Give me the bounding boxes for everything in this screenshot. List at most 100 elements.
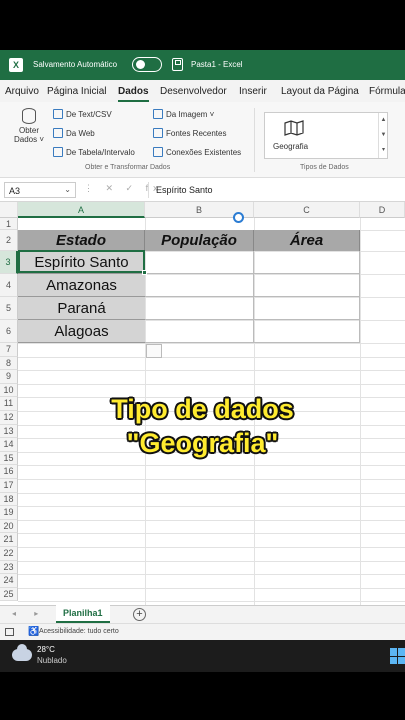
obter-dados-button[interactable]: Obter Dados ˅ [10, 108, 48, 144]
row-header[interactable]: 4 [0, 274, 18, 297]
row-gridline [18, 479, 405, 480]
from-image-button[interactable]: Da Imagem ˅ [153, 109, 214, 119]
weather-condition[interactable]: Nublado [37, 656, 67, 665]
formula-divider [148, 182, 149, 198]
cell-estado[interactable]: Paraná [18, 297, 145, 320]
gallery-scroll[interactable]: ▲ ▼ ▾ [378, 113, 388, 158]
save-icon[interactable] [172, 58, 183, 71]
row-gridline [18, 519, 405, 521]
row-header[interactable]: 17 [0, 479, 18, 493]
cell-area[interactable] [254, 274, 360, 297]
toggle-knob [136, 60, 145, 69]
cell-estado[interactable]: Alagoas [18, 320, 145, 343]
from-web-label: Da Web [66, 128, 95, 138]
excel-logo-icon: X [9, 58, 23, 72]
cell-area[interactable] [254, 297, 360, 320]
header-area[interactable]: Área [254, 230, 360, 251]
column-header-a[interactable]: A [18, 202, 145, 218]
row-header[interactable]: 1 [0, 218, 18, 230]
sheet-tab-planilha1[interactable]: Planilha1 [56, 605, 110, 623]
tab-inserir[interactable]: Inserir [239, 86, 267, 97]
cell-reference: A3 [9, 186, 21, 196]
title-bar: X Salvamento Automático Pasta1 - Excel [0, 50, 405, 80]
formula-input[interactable]: Espírito Santo [156, 185, 213, 195]
caption-line-2: "Geografia" [126, 428, 279, 458]
tab-dados[interactable]: Dados [118, 86, 149, 102]
column-header-c[interactable]: C [254, 202, 360, 218]
cell-populacao[interactable] [145, 251, 254, 274]
row-header[interactable]: 21 [0, 533, 18, 547]
weather-temperature[interactable]: 28°C [37, 645, 55, 654]
row-gridline [18, 547, 405, 548]
tab-formulas[interactable]: Fórmulas [369, 86, 405, 97]
chevron-down-icon[interactable]: ⌄ [64, 185, 71, 194]
worksheet-grid[interactable]: A B C D 1 2 3 4 5 6 7 8 9 10 11 12 13 14 15 16 17 18 19 20 2… [0, 202, 405, 605]
row-gridline [18, 492, 405, 494]
map-icon [284, 120, 304, 136]
formula-action-icons[interactable]: ⋮ ✕ ✓ fx [84, 183, 163, 194]
black-letterbox-top [0, 0, 405, 50]
row-gridline [18, 574, 405, 576]
select-all-corner[interactable] [0, 202, 18, 218]
row-header[interactable]: 3 [0, 251, 18, 274]
row-header[interactable]: 8 [0, 356, 18, 371]
add-sheet-button[interactable]: + [133, 608, 146, 621]
row-header[interactable]: 16 [0, 465, 18, 479]
cell-estado[interactable]: Amazonas [18, 274, 145, 297]
recent-sources-button[interactable]: Fontes Recentes [153, 128, 226, 138]
row-header[interactable]: 18 [0, 492, 18, 507]
from-web-button[interactable]: Da Web [53, 128, 95, 138]
autosave-label: Salvamento Automático [33, 60, 118, 69]
more-icon[interactable]: ▾ [379, 143, 388, 158]
row-gridline [18, 533, 405, 535]
name-box[interactable]: A3 ⌄ [4, 182, 76, 198]
windows-start-icon[interactable] [390, 648, 405, 664]
tab-arquivo[interactable]: Arquivo [5, 86, 39, 97]
row-header[interactable]: 5 [0, 297, 18, 320]
chevron-down-icon[interactable]: ▼ [379, 128, 388, 143]
tab-pagina-inicial[interactable]: Página Inicial [47, 86, 106, 97]
header-populacao[interactable]: População [145, 230, 254, 251]
row-header[interactable]: 20 [0, 519, 18, 534]
cell-populacao[interactable] [145, 320, 254, 343]
cell-populacao[interactable] [145, 297, 254, 320]
web-icon [53, 128, 63, 138]
header-estado[interactable]: Estado [18, 230, 145, 251]
tab-desenvolvedor[interactable]: Desenvolvedor [160, 86, 227, 97]
sheet-nav-arrows[interactable]: ◂ ▸ [12, 609, 46, 618]
active-cell-outline [18, 250, 145, 273]
cell-populacao[interactable] [145, 274, 254, 297]
autosave-toggle[interactable] [132, 57, 162, 72]
tab-layout-da-pagina[interactable]: Layout da Página [281, 86, 359, 97]
quick-analysis-icon[interactable] [146, 344, 162, 358]
row-header[interactable]: 6 [0, 320, 18, 343]
group-label-data-types: Tipos de Dados [300, 164, 349, 171]
row-header[interactable]: 25 [0, 587, 18, 602]
chevron-up-icon[interactable]: ▲ [379, 113, 388, 128]
accessibility-icon[interactable]: ♿ [28, 626, 39, 637]
cloud-icon[interactable] [12, 644, 32, 661]
from-text-csv-button[interactable]: De Text/CSV [53, 109, 112, 119]
row-header[interactable]: 19 [0, 506, 18, 520]
cell-area[interactable] [254, 320, 360, 343]
row-header[interactable]: 9 [0, 370, 18, 384]
from-image-label: Da Imagem ˅ [166, 109, 215, 119]
dados-label: Dados ˅ [13, 135, 45, 144]
row-header[interactable]: 7 [0, 343, 18, 357]
from-table-range-button[interactable]: De Tabela/Intervalo [53, 147, 135, 157]
row-gridline [18, 560, 405, 562]
existing-connections-button[interactable]: Conexões Existentes [153, 147, 241, 157]
fill-handle[interactable] [142, 270, 147, 275]
row-header[interactable]: 23 [0, 560, 18, 575]
status-bar: ♿ Acessibilidade: tudo certo [0, 623, 405, 640]
row-header[interactable]: 2 [0, 230, 18, 251]
column-header-d[interactable]: D [360, 202, 405, 218]
group-label-get-transform: Obter e Transformar Dados [85, 164, 171, 171]
recent-sources-label: Fontes Recentes [166, 128, 227, 138]
geografia-label: Geografia [273, 142, 309, 151]
accessibility-status[interactable]: Acessibilidade: tudo certo [39, 628, 119, 635]
row-header[interactable]: 22 [0, 547, 18, 561]
row-header[interactable]: 24 [0, 574, 18, 588]
cell-area[interactable] [254, 251, 360, 274]
data-types-gallery[interactable]: Geografia ▲ ▼ ▾ [264, 112, 388, 159]
